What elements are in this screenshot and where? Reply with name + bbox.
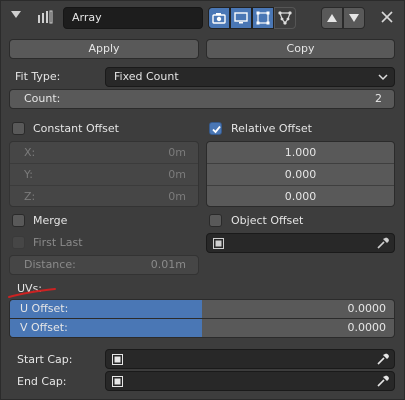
move-up-icon — [327, 14, 337, 22]
constant-offset-x-field[interactable]: X: 0m — [10, 142, 198, 164]
x-value: 0m — [168, 146, 186, 159]
viewport-toggle[interactable] — [230, 7, 252, 29]
fit-type-label: Fit Type: — [15, 70, 61, 83]
first-last-checkbox[interactable] — [12, 236, 25, 249]
on-cage-toggle[interactable] — [274, 7, 296, 29]
constant-offset-vector: X: 0m Y: 0m Z: 0m — [9, 141, 199, 207]
relative-offset-checkbox[interactable] — [209, 122, 222, 135]
red-underline-annotation — [8, 288, 56, 298]
array-modifier-panel: Array Apply Copy Fit Type: Fixed Count C… — [0, 0, 405, 400]
object-icon — [112, 354, 123, 365]
count-value: 2 — [375, 92, 382, 105]
v-offset-value: 0.0000 — [347, 321, 387, 334]
first-last-label: First Last — [33, 236, 83, 249]
eyedropper-icon[interactable] — [376, 352, 390, 366]
collapse-arrow-icon[interactable] — [11, 11, 21, 18]
relative-offset-label: Relative Offset — [231, 122, 312, 135]
merge-label: Merge — [33, 214, 68, 227]
u-offset-value: 0.0000 — [347, 302, 387, 315]
z-label: Z: — [24, 190, 36, 203]
move-down-button[interactable] — [343, 7, 365, 29]
constant-offset-y-field[interactable]: Y: 0m — [10, 164, 198, 186]
merge-checkbox[interactable] — [12, 214, 25, 227]
editmode-toggle[interactable] — [252, 7, 274, 29]
monitor-icon — [234, 12, 248, 24]
object-offset-field[interactable] — [206, 233, 395, 253]
distance-field[interactable]: Distance: 0.01m — [9, 255, 199, 275]
copy-button[interactable]: Copy — [206, 39, 395, 59]
render-toggle[interactable] — [208, 7, 230, 29]
x-label: X: — [24, 146, 36, 159]
relative-offset-z-field[interactable]: 0.000 — [207, 186, 394, 206]
cage-icon — [278, 11, 292, 25]
u-offset-label: U Offset: — [20, 302, 69, 315]
y-label: Y: — [24, 168, 33, 181]
z-value: 0m — [168, 190, 186, 203]
apply-button[interactable]: Apply — [9, 39, 199, 59]
chevron-down-icon — [378, 74, 388, 81]
constant-offset-z-field[interactable]: Z: 0m — [10, 186, 198, 206]
modifier-name-field[interactable]: Array — [63, 7, 203, 29]
constant-offset-label: Constant Offset — [33, 122, 119, 135]
checkmark-icon — [212, 125, 221, 134]
start-cap-field[interactable] — [105, 349, 395, 369]
move-up-button[interactable] — [321, 7, 343, 29]
reorder-buttons — [321, 7, 365, 29]
object-offset-label: Object Offset — [231, 214, 304, 227]
array-modifier-icon — [38, 10, 53, 24]
eyedropper-icon[interactable] — [376, 236, 390, 250]
v-offset-slider[interactable]: V Offset: 0.0000 — [9, 318, 395, 338]
object-icon — [112, 376, 123, 387]
end-cap-label: End Cap: — [17, 375, 67, 388]
relative-offset-y-field[interactable]: 0.000 — [207, 164, 394, 186]
move-down-icon — [349, 14, 359, 22]
object-offset-checkbox[interactable] — [209, 214, 222, 227]
constant-offset-checkbox[interactable] — [12, 122, 25, 135]
visibility-toggles — [208, 7, 296, 29]
start-cap-label: Start Cap: — [17, 353, 73, 366]
distance-label: Distance: — [24, 258, 76, 271]
edit-mode-icon — [256, 11, 270, 25]
fit-type-value: Fixed Count — [114, 70, 179, 83]
object-icon — [213, 238, 224, 249]
count-label: Count: — [24, 92, 61, 105]
u-offset-slider[interactable]: U Offset: 0.0000 — [9, 299, 395, 319]
fit-type-dropdown[interactable]: Fixed Count — [105, 67, 395, 87]
end-cap-field[interactable] — [105, 371, 395, 391]
close-icon[interactable] — [380, 10, 394, 24]
relative-offset-vector: 1.000 0.000 0.000 — [206, 141, 395, 207]
camera-icon — [212, 13, 226, 24]
count-field[interactable]: Count: 2 — [9, 89, 395, 109]
v-offset-label: V Offset: — [20, 321, 68, 334]
y-value: 0m — [168, 168, 186, 181]
distance-value: 0.01m — [150, 258, 186, 271]
eyedropper-icon[interactable] — [376, 374, 390, 388]
relative-offset-x-field[interactable]: 1.000 — [207, 142, 394, 164]
